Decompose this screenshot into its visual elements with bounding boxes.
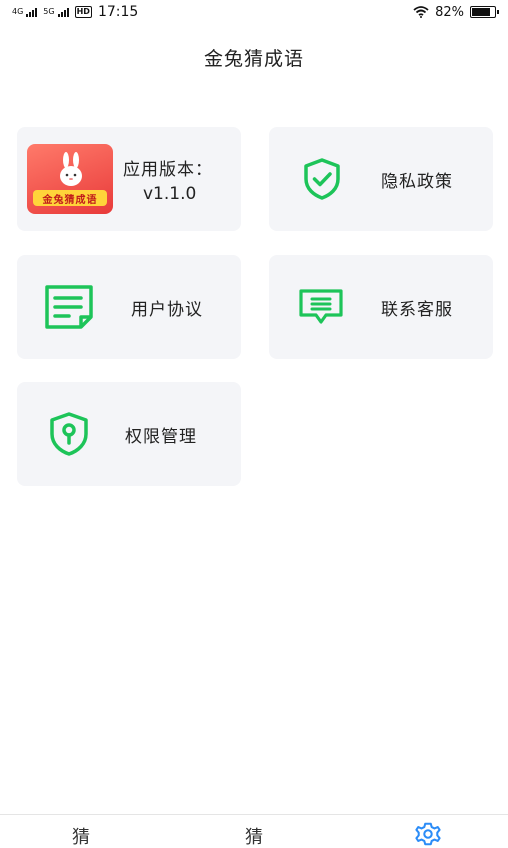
shield-key-icon [45,411,93,457]
message-icon [297,287,345,327]
privacy-policy-button[interactable]: 隐私政策 [269,127,493,231]
shield-check-icon [299,157,345,201]
app-logo-text: 金兔猜成语 [33,190,107,206]
hd-badge: HD [74,6,92,18]
tab-guess-1[interactable]: 猜 [72,823,90,848]
app-logo: 金兔猜成语 [27,144,113,214]
user-agreement-button[interactable]: 用户协议 [17,255,241,359]
customer-service-label: 联系客服 [381,299,453,320]
status-bar: 4G 5G HD 17:15 82% [0,0,508,24]
network-4g-label: 4G [12,6,24,16]
network-5g-label: 5G [43,6,55,16]
page-title: 金兔猜成语 [203,48,304,70]
permission-management-label: 权限管理 [125,426,197,447]
version-label: 应用版本： [123,159,213,180]
gear-icon [415,822,441,846]
signal-5g-icon: 5G [43,6,69,17]
bottom-tab-bar: 猜 猜 [0,814,508,848]
permission-management-button[interactable]: 权限管理 [17,382,241,486]
tab-guess-2[interactable]: 猜 [245,823,263,848]
customer-service-button[interactable]: 联系客服 [269,255,493,359]
signal-4g-icon: 4G [12,6,38,17]
app-version-card: 金兔猜成语 应用版本： v1.1.0 [17,127,241,231]
battery-icon [470,6,499,18]
privacy-policy-label: 隐私政策 [381,171,453,192]
wifi-icon [413,6,429,18]
document-icon [43,283,95,331]
user-agreement-label: 用户协议 [131,299,203,320]
tab-settings[interactable] [414,821,442,848]
battery-percent: 82% [435,4,464,20]
bunny-icon [60,152,82,186]
status-time: 17:15 [97,4,139,20]
version-value: v1.1.0 [143,183,197,204]
